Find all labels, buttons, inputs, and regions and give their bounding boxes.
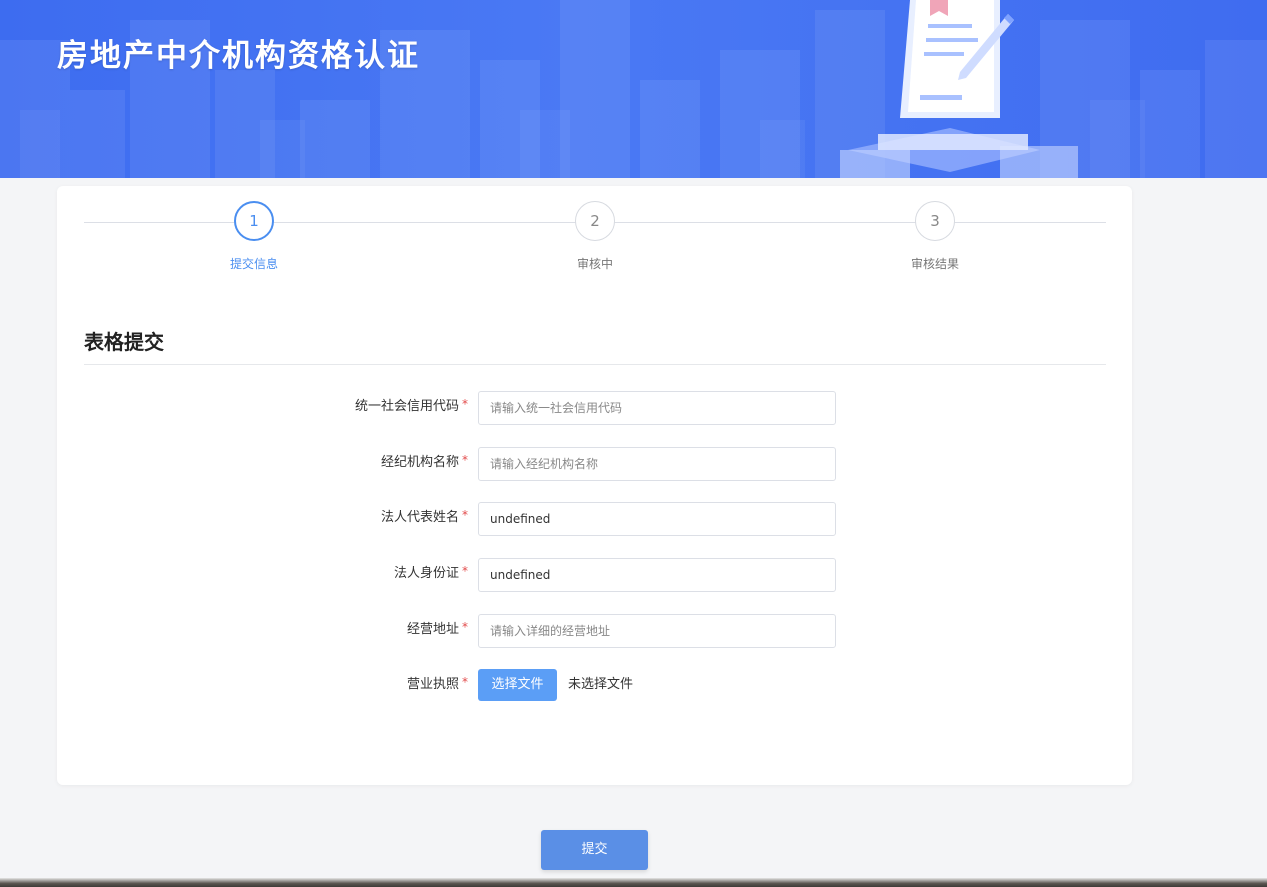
required-mark: * [462, 564, 468, 578]
step-under-review: 2 审核中 [535, 201, 655, 272]
form-row-business-address: 经营地址 * [57, 614, 1132, 650]
required-mark: * [462, 675, 468, 689]
required-mark: * [462, 453, 468, 467]
section-divider [84, 364, 1106, 365]
field-label: 统一社会信用代码 [354, 399, 459, 414]
field-label: 法人身份证 [393, 566, 459, 581]
step-number: 3 [915, 201, 955, 241]
field-label: 法人代表姓名 [380, 510, 459, 525]
form-row-credit-code: 统一社会信用代码 * [57, 391, 1132, 427]
step-number: 2 [575, 201, 615, 241]
header-banner: 房地产中介机构资格认证 [0, 0, 1267, 178]
credit-code-input[interactable] [478, 391, 836, 425]
city-skyline-illustration [0, 0, 1267, 178]
form-row-agency-name: 经纪机构名称 * [57, 447, 1132, 483]
required-mark: * [462, 508, 468, 522]
section-title: 表格提交 [84, 330, 164, 354]
form-row-legal-rep-id: 法人身份证 * [57, 558, 1132, 594]
required-mark: * [462, 620, 468, 634]
step-label: 提交信息 [229, 257, 278, 271]
step-review-result: 3 审核结果 [875, 201, 995, 272]
step-submit-info: 1 提交信息 [194, 201, 314, 272]
form-row-business-license: 营业执照 * 选择文件 未选择文件 [57, 669, 1132, 705]
choose-file-button[interactable]: 选择文件 [478, 669, 557, 701]
legal-rep-id-input[interactable] [478, 558, 836, 592]
step-number: 1 [234, 201, 274, 241]
form-card: 1 提交信息 2 审核中 3 审核结果 表格提交 统一社会信用代码 * 经纪机构… [57, 186, 1132, 785]
step-label: 审核中 [576, 257, 613, 271]
submit-button[interactable]: 提交 [541, 830, 648, 870]
window-bottom-edge [0, 878, 1267, 887]
required-mark: * [462, 397, 468, 411]
step-label: 审核结果 [910, 257, 959, 271]
field-label: 经营地址 [406, 622, 459, 637]
page-title: 房地产中介机构资格认证 [57, 38, 420, 74]
business-address-input[interactable] [478, 614, 836, 648]
field-label: 经纪机构名称 [380, 455, 459, 470]
field-label: 营业执照 [406, 677, 459, 692]
legal-rep-name-input[interactable] [478, 502, 836, 536]
file-status: 未选择文件 [568, 677, 634, 692]
form-row-legal-rep-name: 法人代表姓名 * [57, 502, 1132, 538]
agency-name-input[interactable] [478, 447, 836, 481]
